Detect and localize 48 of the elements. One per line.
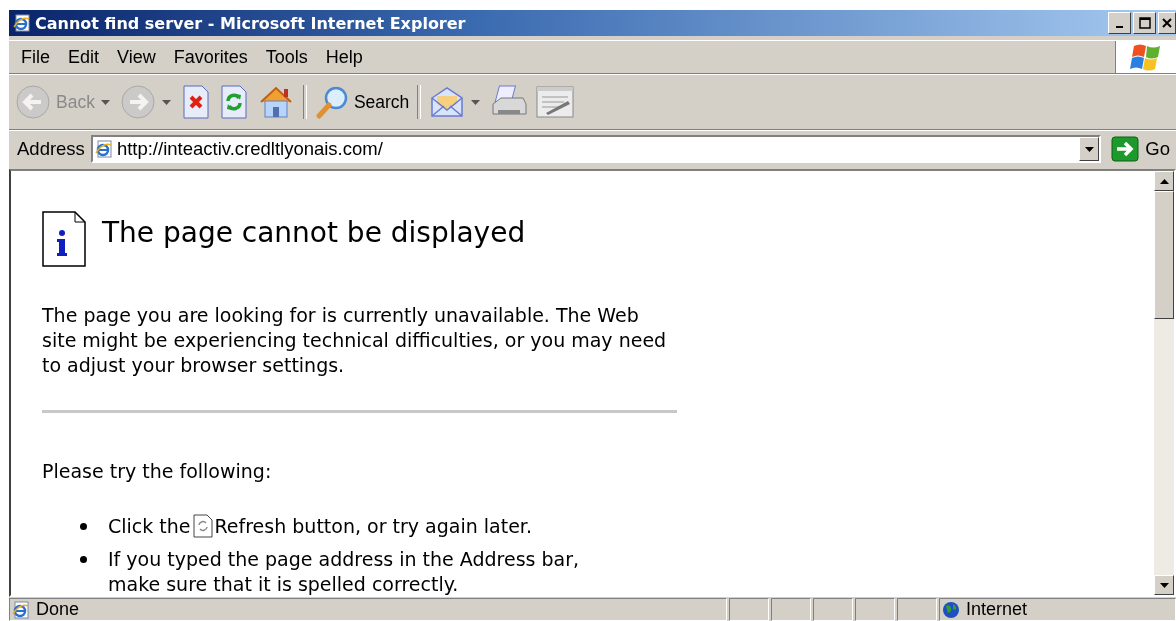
menu-item[interactable]: View: [111, 43, 162, 71]
refresh-icon: [192, 514, 213, 538]
page-icon: [12, 600, 30, 619]
refresh-icon: [218, 84, 249, 120]
page-icon: [94, 140, 113, 158]
info-icon: [42, 211, 86, 267]
bullet-icon: [80, 523, 87, 530]
suggestion-text: Click the: [108, 515, 191, 537]
refresh-button[interactable]: [218, 84, 249, 120]
edit-icon: [536, 86, 575, 118]
search-button[interactable]: Search: [314, 84, 410, 120]
maximize-button[interactable]: [1133, 12, 1156, 34]
caret-icon: [1084, 146, 1094, 152]
suggestion-text: If you typed the page address in the Address bar, make sure that it is spelled correctly.: [108, 547, 581, 595]
minimize-button[interactable]: [1108, 12, 1131, 34]
menu-item[interactable]: Tools: [259, 43, 314, 71]
caret-icon[interactable]: [471, 99, 481, 105]
suggestions-heading: Please try the following:: [42, 459, 273, 484]
close-icon: [1161, 17, 1173, 29]
down-arrow-icon: [1159, 582, 1169, 588]
menu-item[interactable]: File: [15, 43, 56, 71]
close-button[interactable]: [1158, 12, 1176, 34]
go-button[interactable]: Go: [1111, 136, 1170, 162]
vertical-scrollbar[interactable]: [1154, 171, 1174, 595]
globe-icon: [942, 600, 960, 619]
menu-item[interactable]: Edit: [62, 43, 106, 71]
maximize-icon: [1138, 17, 1151, 29]
bullet-icon: [80, 556, 87, 563]
envelope-icon: [429, 84, 466, 120]
minimize-icon: [1116, 26, 1123, 28]
edit-button[interactable]: [536, 86, 575, 118]
browser-icon: [13, 14, 31, 32]
stop-icon: [180, 84, 211, 120]
mail-button[interactable]: [429, 84, 466, 120]
dropdown-button[interactable]: [1079, 137, 1100, 161]
windows-logo-icon: [1130, 42, 1162, 72]
address-field[interactable]: http://inteactiv.credltlyonais.com/: [90, 135, 1102, 163]
search-icon: [314, 84, 349, 120]
suggestion-text: Refresh button, or try again later.: [214, 515, 532, 537]
stop-button[interactable]: [180, 84, 211, 120]
menu-item[interactable]: Help: [319, 43, 369, 71]
error-description: The page you are looking for is currently unavailable. The Web site might be experiencing technical difficulties, or you may need to adjust your browser settings.: [42, 303, 667, 378]
menu-item[interactable]: Favorites: [167, 43, 254, 71]
window-title: Cannot find server - Microsoft Internet Explorer: [35, 13, 467, 33]
up-arrow-icon: [1159, 178, 1169, 184]
status-text: Done: [36, 599, 80, 620]
address-label: Address: [17, 138, 85, 160]
zone-text: Internet: [966, 599, 1028, 620]
